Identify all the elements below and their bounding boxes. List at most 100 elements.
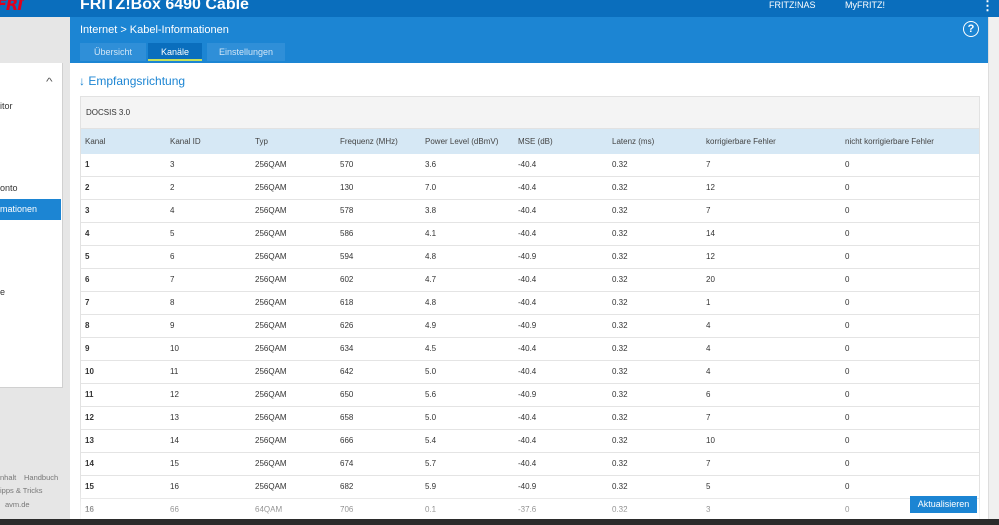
table-cell: -40.4 — [518, 298, 537, 307]
sidebar-item-kabel-informationen[interactable]: mationen — [0, 199, 61, 220]
table-cell: 3.8 — [425, 206, 437, 215]
table-cell: 256QAM — [255, 436, 287, 445]
table-cell: 4 — [85, 229, 90, 238]
table-cell: 9 — [170, 321, 175, 330]
sidebar-item-label: mationen — [0, 204, 38, 214]
table-cell: 5.0 — [425, 367, 437, 376]
table-cell: 7 — [170, 275, 175, 284]
table-cell: -40.9 — [518, 321, 537, 330]
table-cell: 256QAM — [255, 206, 287, 215]
table-cell: 0.32 — [612, 413, 628, 422]
tab-kanaele[interactable]: Kanäle — [148, 43, 202, 61]
table-cell: 0.32 — [612, 344, 628, 353]
column-header: Kanal ID — [170, 137, 201, 146]
scrollbar[interactable] — [988, 17, 999, 525]
table-cell: 3 — [706, 505, 711, 514]
table-cell: -40.4 — [518, 206, 537, 215]
table-cell: 0.32 — [612, 482, 628, 491]
footer-link-handbuch[interactable]: Handbuch — [24, 473, 58, 482]
table-cell: 0.32 — [612, 275, 628, 284]
help-icon[interactable]: ? — [963, 21, 979, 37]
table-cell: 666 — [340, 436, 354, 445]
breadcrumb-current: Kabel-Informationen — [129, 24, 229, 36]
sidebar-item-label: e — [0, 287, 6, 297]
sidebar-item-monitor[interactable]: itor — [0, 96, 61, 117]
column-header: Kanal — [85, 137, 106, 146]
table-cell: 0.32 — [612, 252, 628, 261]
column-header: Power Level (dBmV) — [425, 137, 499, 146]
sidebar: ^ itor onto mationen e — [0, 63, 63, 388]
table-cell: 0.1 — [425, 505, 437, 514]
table-cell: 0.32 — [612, 367, 628, 376]
table-cell: 5.0 — [425, 413, 437, 422]
main-content: ↓ Empfangsrichtung DOCSIS 3.0 Kanal Kanal… — [70, 63, 988, 525]
table-cell: 0 — [845, 367, 850, 376]
table-cell: 0 — [845, 413, 850, 422]
column-header: korrigierbare Fehler — [706, 137, 776, 146]
table-row: 5 6 256QAM 594 4.8 -40.9 0.32 12 0 — [81, 246, 979, 269]
table-cell: 578 — [340, 206, 354, 215]
column-header: Frequenz (MHz) — [340, 137, 398, 146]
table-cell: 5.4 — [425, 436, 437, 445]
table-cell: 10 — [85, 367, 94, 376]
table-cell: 4.9 — [425, 321, 437, 330]
table-cell: 11 — [170, 367, 179, 376]
table-cell: 642 — [340, 367, 354, 376]
table-cell: -40.4 — [518, 436, 537, 445]
table-cell: -40.4 — [518, 229, 537, 238]
sidebar-item-konto[interactable]: onto — [0, 178, 61, 199]
table-cell: 5.7 — [425, 459, 437, 468]
table-cell: 3.6 — [425, 160, 437, 169]
table-cell: 0 — [845, 459, 850, 468]
table-cell: 0 — [845, 206, 850, 215]
table-cell: 256QAM — [255, 321, 287, 330]
footer-link-tipps-tricks[interactable]: ipps & Tricks — [0, 486, 43, 495]
table-cell: -37.6 — [518, 505, 537, 514]
table-cell: 10 — [170, 344, 179, 353]
breadcrumb-internet[interactable]: Internet — [80, 24, 117, 36]
chevron-up-icon[interactable]: ^ — [46, 77, 53, 88]
table-cell: -40.9 — [518, 390, 537, 399]
column-header: MSE (dB) — [518, 137, 553, 146]
table-cell: 658 — [340, 413, 354, 422]
footer-link-avm[interactable]: avm.de — [5, 500, 30, 509]
fritznas-link[interactable]: FRITZ!NAS — [769, 0, 816, 10]
table-cell: 7 — [85, 298, 90, 307]
top-bar: FRITZ! FRITZ!Box 6490 Cable FRITZ!NAS My… — [0, 0, 999, 17]
table-cell: 0 — [845, 183, 850, 192]
section-title-empfangsrichtung[interactable]: ↓ Empfangsrichtung — [79, 74, 185, 88]
table-cell: 4.5 — [425, 344, 437, 353]
table-row: 7 8 256QAM 618 4.8 -40.4 0.32 1 0 — [81, 292, 979, 315]
table-cell: 3 — [170, 160, 175, 169]
table-cell: 7 — [706, 459, 711, 468]
tab-uebersicht[interactable]: Übersicht — [80, 43, 146, 61]
sidebar-item-e[interactable]: e — [0, 282, 61, 303]
sub-header: Internet > Kabel-Informationen ? Übersicht… — [70, 17, 988, 63]
table-cell: 5.9 — [425, 482, 437, 491]
table-cell: -40.4 — [518, 413, 537, 422]
myfritz-link[interactable]: MyFRITZ! — [845, 0, 885, 10]
table-cell: 256QAM — [255, 459, 287, 468]
table-cell: 634 — [340, 344, 354, 353]
tab-einstellungen[interactable]: Einstellungen — [207, 43, 285, 61]
table-cell: 594 — [340, 252, 354, 261]
table-cell: 13 — [85, 436, 94, 445]
table-cell: 11 — [85, 390, 94, 399]
table-row: 1 3 256QAM 570 3.6 -40.4 0.32 7 0 — [81, 154, 979, 177]
column-header: Latenz (ms) — [612, 137, 655, 146]
table-cell: 0 — [845, 160, 850, 169]
table-cell: 256QAM — [255, 252, 287, 261]
table-row: 4 5 256QAM 586 4.1 -40.4 0.32 14 0 — [81, 223, 979, 246]
table-header: Kanal Kanal ID Typ Frequenz (MHz) Power Leve… — [81, 129, 979, 154]
table-cell: 6 — [706, 390, 711, 399]
table-cell: 256QAM — [255, 183, 287, 192]
footer-link-inhalt[interactable]: nhalt — [0, 473, 16, 482]
table-cell: 4.1 — [425, 229, 437, 238]
table-cell: 5.6 — [425, 390, 437, 399]
table-cell: 674 — [340, 459, 354, 468]
table-cell: 2 — [85, 183, 90, 192]
menu-kebab-icon[interactable]: ⋮ — [981, 0, 994, 14]
refresh-button[interactable]: Aktualisieren — [910, 496, 977, 513]
table-cell: -40.9 — [518, 482, 537, 491]
fritz-logo[interactable]: FRITZ! — [0, 0, 24, 17]
